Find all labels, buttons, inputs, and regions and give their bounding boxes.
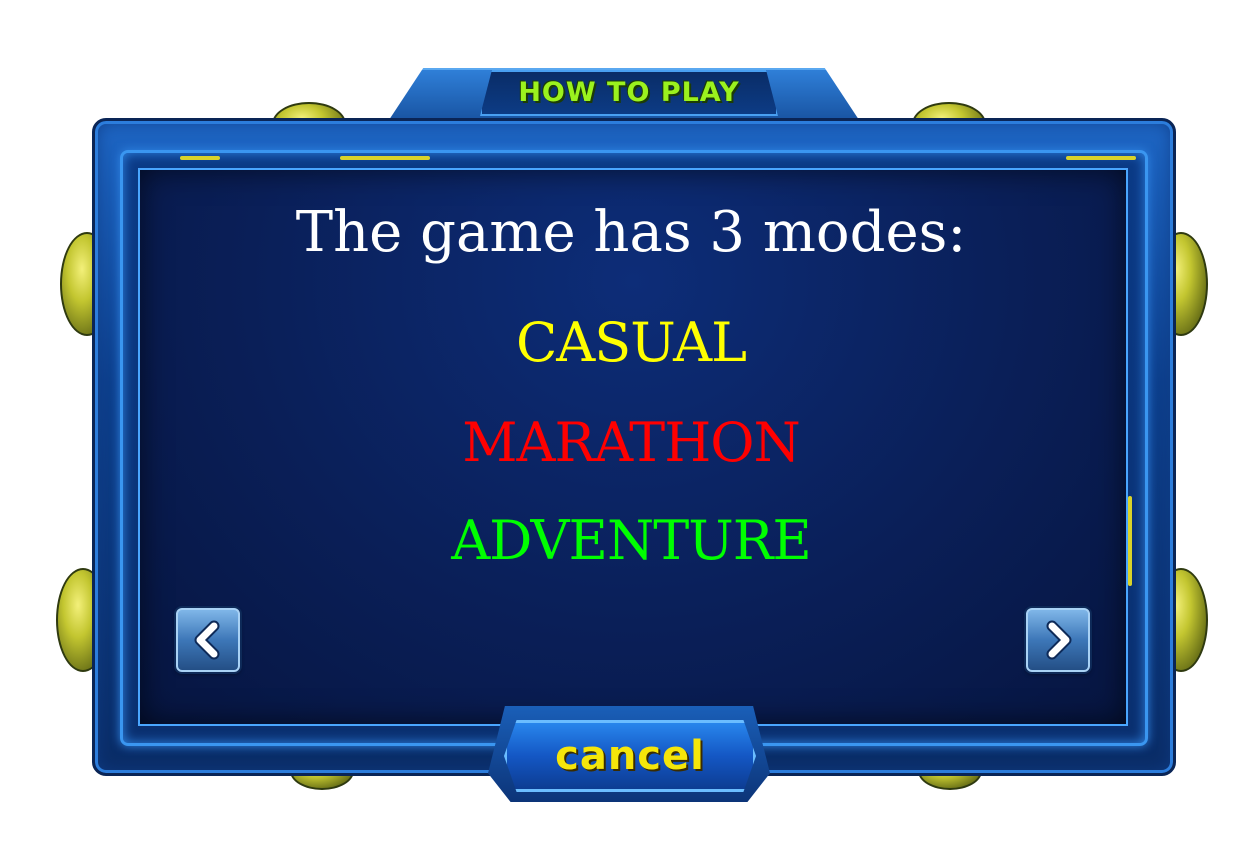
previous-page-button[interactable] (176, 608, 240, 672)
frame-deco-line (180, 156, 220, 160)
frame-deco-line (340, 156, 430, 160)
chevron-right-icon (1046, 620, 1072, 660)
mode-marathon: MARATHON (462, 411, 801, 474)
cancel-button-label: cancel (555, 733, 705, 779)
frame-deco-line (1066, 156, 1136, 160)
dialog-title: HOW TO PLAY (518, 77, 740, 108)
chevron-left-icon (194, 620, 220, 660)
frame-deco-line (1128, 496, 1132, 586)
mode-adventure: ADVENTURE (451, 509, 812, 572)
next-page-button[interactable] (1026, 608, 1090, 672)
mode-casual: CASUAL (515, 311, 747, 374)
cancel-button[interactable]: cancel (504, 720, 756, 792)
modes-heading: The game has 3 modes: (295, 200, 967, 265)
